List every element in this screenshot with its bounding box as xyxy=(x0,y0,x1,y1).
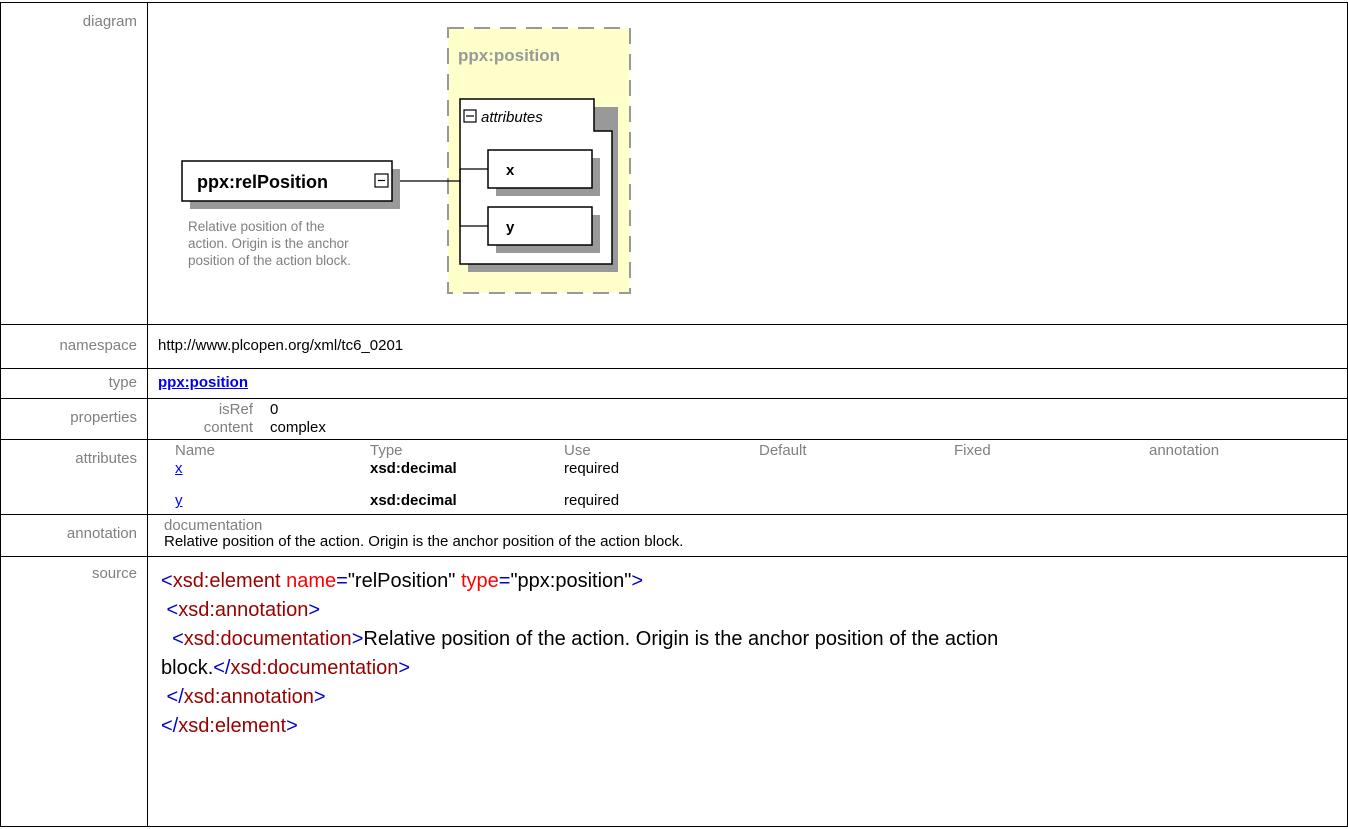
attributes-table: Name Type Use Default Fixed annotation x… xyxy=(148,440,1347,514)
src-token: type xyxy=(455,570,499,592)
src-token: xsd:annotation xyxy=(178,599,309,621)
source-row: source <xsd:element name="relPosition" t… xyxy=(0,556,1348,827)
src-token: xsd:documentation xyxy=(230,657,399,679)
diagram-cell: ppx:position attributes x y ppx:relPosit… xyxy=(147,2,1348,325)
namespace-row: namespace http://www.plcopen.org/xml/tc6… xyxy=(0,324,1348,369)
src-token: name xyxy=(280,570,337,592)
properties-row: properties isRef 0 content complex xyxy=(0,398,1348,440)
type-container-title: ppx:position xyxy=(458,46,560,65)
annotation-label: annotation xyxy=(0,514,148,557)
attr-header-annotation: annotation xyxy=(1149,442,1220,459)
prop-key-isref: isRef xyxy=(218,401,253,418)
prop-key-content: content xyxy=(203,419,253,436)
attributes-label: attributes xyxy=(0,439,148,515)
src-token: > xyxy=(398,657,411,679)
source-code: <xsd:element name="relPosition" type="pp… xyxy=(148,557,1347,741)
annotation-block: documentation Relative position of the a… xyxy=(148,515,1347,555)
namespace-value: http://www.plcopen.org/xml/tc6_0201 xyxy=(147,324,1348,369)
src-token: xsd:element xyxy=(178,715,287,737)
src-token: < xyxy=(161,570,173,592)
src-token: "relPosition" xyxy=(347,570,456,592)
src-token: xsd:annotation xyxy=(183,686,314,708)
src-token: > xyxy=(313,686,326,708)
src-token: = xyxy=(498,570,511,592)
src-token: = xyxy=(336,570,348,592)
attr-header-default: Default xyxy=(759,442,807,459)
annotation-text: Relative position of the action. Origin … xyxy=(164,533,684,550)
attributes-group-label: attributes xyxy=(481,109,543,126)
element-doc-line-2: action. Origin is the anchor xyxy=(188,236,349,251)
src-token: < xyxy=(161,628,184,650)
src-token: xsd:documentation xyxy=(183,628,352,650)
src-token: </ xyxy=(213,657,231,679)
attr-link-x[interactable]: x xyxy=(175,460,183,477)
attr-type-x: xsd:decimal xyxy=(370,460,457,477)
src-token: > xyxy=(351,628,364,650)
src-token: </ xyxy=(161,715,179,737)
type-link[interactable]: ppx:position xyxy=(158,374,248,391)
src-token: > xyxy=(631,570,644,592)
attr-use-x: required xyxy=(564,460,620,477)
src-token: > xyxy=(308,599,321,621)
attribute-box-y[interactable] xyxy=(487,206,593,246)
namespace-label: namespace xyxy=(0,324,148,369)
properties-label: properties xyxy=(0,398,148,440)
src-token: Relative position of the action. Origin … xyxy=(363,628,999,650)
src-token: < xyxy=(161,599,179,621)
attr-header-use: Use xyxy=(564,442,591,459)
element-doc-line-1: Relative position of the xyxy=(188,219,325,234)
src-token: xsd:element xyxy=(172,570,281,592)
src-token: "ppx:position" xyxy=(510,570,632,592)
element-box-label: ppx:relPosition xyxy=(197,172,328,192)
prop-value-content: complex xyxy=(270,419,326,436)
attr-type-y: xsd:decimal xyxy=(370,492,457,509)
attr-use-y: required xyxy=(564,492,620,509)
diagram-row: diagram ppx:position attributes x y ppx:… xyxy=(0,2,1348,325)
attribute-box-x-label: x xyxy=(506,162,515,179)
attribute-box-x[interactable] xyxy=(487,149,593,189)
source-label: source xyxy=(0,556,148,827)
type-label: type xyxy=(0,368,148,399)
attr-link-y[interactable]: y xyxy=(175,492,183,509)
attr-header-type: Type xyxy=(370,442,403,459)
schema-diagram-svg: ppx:position attributes x y ppx:relPosit… xyxy=(181,27,631,294)
attr-header-name: Name xyxy=(175,442,216,459)
type-row: type ppx:position xyxy=(0,368,1348,399)
diagram-label: diagram xyxy=(0,2,148,325)
element-doc-table: diagram ppx:position attributes x y ppx:… xyxy=(0,2,1348,827)
src-token: block. xyxy=(161,657,214,679)
annotation-row: annotation documentation Relative positi… xyxy=(0,514,1348,557)
prop-value-isref: 0 xyxy=(270,401,279,418)
attribute-box-y-label: y xyxy=(506,219,515,236)
src-token: > xyxy=(286,715,298,737)
attributes-row: attributes Name Type Use Default Fixed a… xyxy=(0,439,1348,515)
schema-diagram: ppx:position attributes x y ppx:relPosit… xyxy=(148,3,1328,323)
element-doc-line-3: position of the action block. xyxy=(188,253,351,268)
attr-header-fixed: Fixed xyxy=(954,442,991,459)
src-token: </ xyxy=(161,686,184,708)
properties-grid: isRef 0 content complex xyxy=(148,399,1347,439)
annotation-key: documentation xyxy=(164,517,263,534)
